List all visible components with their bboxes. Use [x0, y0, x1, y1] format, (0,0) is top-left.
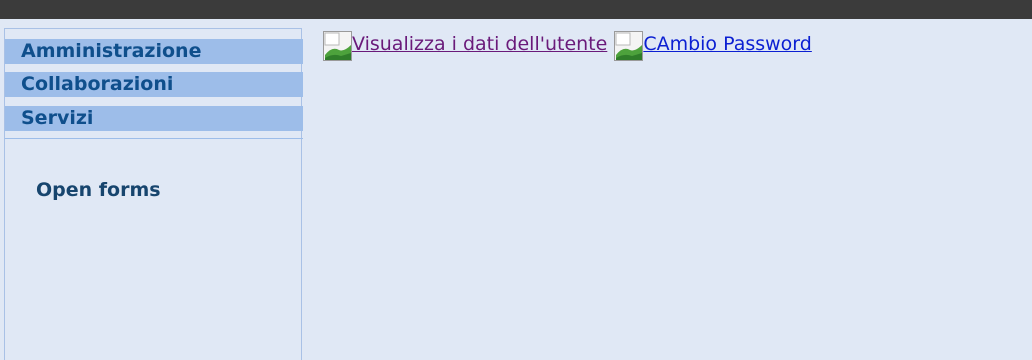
menu-item-servizi[interactable]: Servizi [5, 106, 303, 131]
view-user-data-label: Visualizza i dati dell'utente [352, 33, 608, 55]
broken-image-icon [323, 31, 352, 61]
menu-item-collaborazioni[interactable]: Collaborazioni [5, 72, 303, 97]
menu-divider [5, 138, 303, 139]
change-password-label: CAmbio Password [643, 33, 812, 55]
view-user-data-link[interactable]: Visualizza i dati dell'utente [323, 31, 607, 61]
sidebar: Amministrazione Collaborazioni Servizi O… [4, 28, 303, 360]
change-password-link[interactable]: CAmbio Password [614, 31, 812, 61]
top-bar [0, 0, 1032, 19]
menu-item-amministrazione[interactable]: Amministrazione [5, 39, 303, 64]
user-links: Visualizza i dati dell'utente CAmbio Pas… [323, 31, 812, 61]
section-title-open-forms: Open forms [36, 179, 161, 201]
broken-image-icon [614, 31, 644, 61]
